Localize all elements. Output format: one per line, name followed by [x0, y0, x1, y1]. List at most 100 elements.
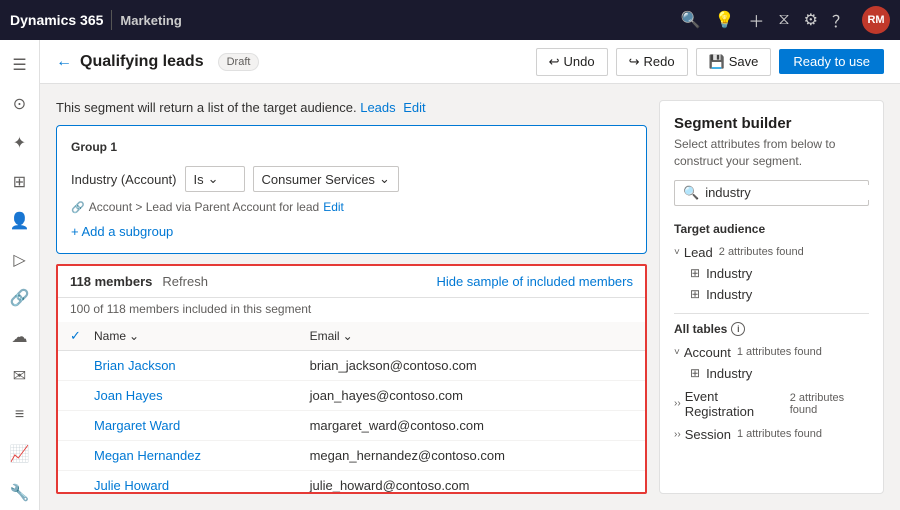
page-title: Qualifying leads	[80, 53, 204, 71]
row-name[interactable]: Megan Hernandez	[94, 448, 310, 463]
all-tables-label: All tables i	[674, 322, 869, 336]
members-count: 118 members	[70, 274, 152, 289]
account-tree-group: Account 1 attributes found ⊞ Industry	[674, 342, 869, 384]
sort-icon: ⌄	[129, 329, 139, 343]
save-button[interactable]: 💾 Save	[696, 48, 772, 76]
account-group-count: 1 attributes found	[737, 346, 822, 358]
lead-industry-label-1: Industry	[706, 266, 752, 281]
row-email: brian_jackson@contoso.com	[310, 358, 633, 373]
row-name[interactable]: Brian Jackson	[94, 358, 310, 373]
session-group-toggle[interactable]: › Session 1 attributes found	[674, 424, 869, 445]
row-email: joan_hayes@contoso.com	[310, 388, 633, 403]
lead-industry-item-2[interactable]: ⊞ Industry	[690, 284, 869, 305]
filter-operator-select[interactable]: Is ⌄	[185, 166, 245, 192]
table-row[interactable]: Margaret Ward margaret_ward@contoso.com	[58, 411, 645, 441]
refresh-button[interactable]: Refresh	[162, 274, 208, 289]
table-row[interactable]: Joan Hayes joan_hayes@contoso.com	[58, 381, 645, 411]
row-email: margaret_ward@contoso.com	[310, 418, 633, 433]
redo-button[interactable]: ↪ Redo	[616, 48, 688, 76]
event-reg-group-toggle[interactable]: › Event Registration 2 attributes found	[674, 386, 869, 422]
event-reg-tree-group: › Event Registration 2 attributes found	[674, 386, 869, 422]
table-body: Brian Jackson brian_jackson@contoso.com …	[58, 351, 645, 492]
chevron-down-icon: ⌄	[208, 171, 219, 187]
group-box: Group 1 Industry (Account) Is ⌄ Consumer…	[56, 125, 647, 254]
table-row[interactable]: Brian Jackson brian_jackson@contoso.com	[58, 351, 645, 381]
sidebar-icons: ☰ ⊙ ✦ ⊞ 👤 ▷ 🔗 ☁ ✉ ≡ 📈 🔧	[0, 40, 40, 510]
add-subgroup-button[interactable]: + Add a subgroup	[71, 224, 632, 239]
add-icon[interactable]: ＋	[748, 8, 764, 32]
sidebar-tools-icon[interactable]: 🔧	[2, 475, 38, 510]
sidebar-list-icon[interactable]: ≡	[2, 397, 38, 432]
left-panel: This segment will return a list of the t…	[56, 100, 647, 494]
undo-button[interactable]: ↩ Undo	[536, 48, 608, 76]
group-label: Group 1	[71, 140, 632, 154]
sidebar-chart-icon[interactable]: 📈	[2, 436, 38, 471]
search-box[interactable]: 🔍 ✕	[674, 180, 869, 206]
main-layout: ☰ ⊙ ✦ ⊞ 👤 ▷ 🔗 ☁ ✉ ≡ 📈 🔧 ← Qualifying lea…	[0, 40, 900, 510]
session-tree-group: › Session 1 attributes found	[674, 424, 869, 445]
session-group-label: Session	[685, 427, 731, 442]
account-expand-icon	[674, 347, 680, 358]
edit-breadcrumb-link[interactable]: Edit	[323, 200, 344, 214]
search-icon[interactable]: 🔍	[681, 10, 701, 30]
segment-builder-header: Segment builder Select attributes from b…	[660, 101, 883, 222]
brand-name: Dynamics 365	[10, 12, 103, 28]
help-icon[interactable]: ？	[832, 8, 848, 32]
hide-members-button[interactable]: Hide sample of included members	[436, 274, 633, 289]
settings-icon[interactable]: ⚙	[804, 10, 818, 30]
table-icon3: ⊞	[690, 366, 700, 380]
segment-builder-body: Target audience Lead 2 attributes found …	[660, 222, 883, 493]
email-column-header[interactable]: Email ⌄	[310, 329, 633, 343]
info-icon[interactable]: i	[731, 322, 745, 336]
filter-row: Industry (Account) Is ⌄ Consumer Service…	[71, 166, 632, 192]
event-reg-group-count: 2 attributes found	[790, 392, 869, 416]
session-group-count: 1 attributes found	[737, 428, 822, 440]
table-header: ✓ Name ⌄ Email ⌄	[58, 322, 645, 351]
nav-divider	[111, 10, 112, 30]
account-industry-item[interactable]: ⊞ Industry	[690, 363, 869, 384]
filter-value-select[interactable]: Consumer Services ⌄	[253, 166, 399, 192]
lead-group-toggle[interactable]: Lead 2 attributes found	[674, 242, 869, 263]
filter-field-label: Industry (Account)	[71, 172, 177, 187]
sidebar-link-icon[interactable]: 🔗	[2, 281, 38, 316]
row-name[interactable]: Julie Howard	[94, 478, 310, 492]
lead-group-children: ⊞ Industry ⊞ Industry	[674, 263, 869, 305]
segment-builder-subtitle: Select attributes from below to construc…	[674, 136, 869, 170]
undo-icon: ↩	[549, 54, 560, 70]
account-group-toggle[interactable]: Account 1 attributes found	[674, 342, 869, 363]
redo-icon: ↪	[629, 54, 640, 70]
table-row[interactable]: Julie Howard julie_howard@contoso.com	[58, 471, 645, 492]
lead-industry-item-1[interactable]: ⊞ Industry	[690, 263, 869, 284]
sidebar-play-icon[interactable]: ▷	[2, 242, 38, 277]
row-email: megan_hernandez@contoso.com	[310, 448, 633, 463]
chevron-down-icon2: ⌄	[379, 171, 390, 187]
sidebar-dashboard-icon[interactable]: ⊞	[2, 164, 38, 199]
edit-entity-link[interactable]: Edit	[403, 100, 425, 115]
segment-builder-title: Segment builder	[674, 115, 869, 132]
sidebar-menu-icon[interactable]: ☰	[2, 48, 38, 83]
sidebar-recent-icon[interactable]: ⊙	[2, 87, 38, 122]
back-button[interactable]: ←	[56, 53, 72, 71]
search-icon2: 🔍	[683, 185, 699, 201]
ready-to-use-button[interactable]: Ready to use	[779, 49, 884, 74]
name-column-header[interactable]: Name ⌄	[94, 329, 310, 343]
right-panel: Segment builder Select attributes from b…	[659, 100, 884, 494]
sidebar-pin-icon[interactable]: ✦	[2, 126, 38, 161]
user-avatar[interactable]: RM	[862, 6, 890, 34]
sidebar-cloud-icon[interactable]: ☁	[2, 320, 38, 355]
lead-expand-icon	[674, 247, 680, 258]
sidebar-contacts-icon[interactable]: 👤	[2, 203, 38, 238]
sidebar-email-icon[interactable]: ✉	[2, 359, 38, 394]
search-input[interactable]	[705, 185, 881, 200]
row-name[interactable]: Joan Hayes	[94, 388, 310, 403]
table-icon: ⊞	[690, 266, 700, 280]
account-group-label: Account	[684, 345, 731, 360]
row-name[interactable]: Margaret Ward	[94, 418, 310, 433]
lightbulb-icon[interactable]: 💡	[714, 10, 734, 30]
table-row[interactable]: Megan Hernandez megan_hernandez@contoso.…	[58, 441, 645, 471]
filter-icon[interactable]: ⧖	[778, 11, 789, 29]
segment-info: This segment will return a list of the t…	[56, 100, 647, 115]
session-expand-icon: ›	[674, 429, 681, 440]
entity-link[interactable]: Leads	[360, 100, 395, 115]
lead-group-count: 2 attributes found	[719, 246, 804, 258]
